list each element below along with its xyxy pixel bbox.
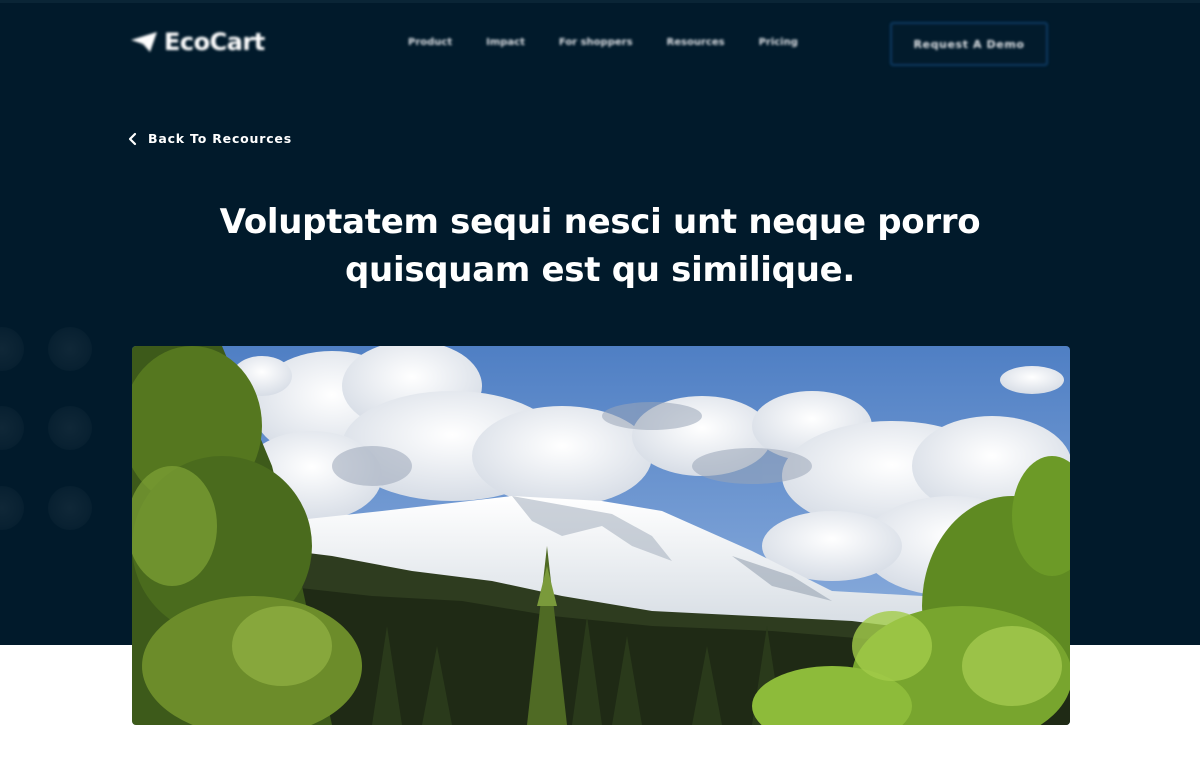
hero-image bbox=[132, 346, 1070, 725]
nav-item-resources[interactable]: Resources bbox=[667, 37, 725, 48]
main-nav: Product Impact For shoppers Resources Pr… bbox=[408, 37, 798, 48]
nav-item-product[interactable]: Product bbox=[408, 37, 452, 48]
decorative-dot bbox=[48, 327, 92, 371]
nav-item-pricing[interactable]: Pricing bbox=[759, 37, 798, 48]
logo-text: EcoCart bbox=[164, 28, 265, 56]
decorative-dot bbox=[48, 486, 92, 530]
article-title-line-1: Voluptatem sequi nesci unt neque porro bbox=[219, 202, 981, 242]
back-link-label: Back To Recources bbox=[148, 131, 292, 146]
logo[interactable]: EcoCart bbox=[130, 28, 265, 56]
request-demo-button[interactable]: Request A Demo bbox=[890, 22, 1048, 66]
site-header: EcoCart Product Impact For shoppers Reso… bbox=[0, 0, 1200, 90]
chevron-left-icon bbox=[128, 132, 137, 145]
mountain-landscape-image bbox=[132, 346, 1070, 725]
nav-item-for-shoppers[interactable]: For shoppers bbox=[559, 37, 633, 48]
decorative-dot bbox=[48, 406, 92, 450]
back-to-resources-link[interactable]: Back To Recources bbox=[128, 131, 292, 146]
article-title-line-2: quisquam est qu similique. bbox=[345, 250, 855, 290]
nav-item-impact[interactable]: Impact bbox=[486, 37, 525, 48]
paper-plane-icon bbox=[131, 32, 157, 52]
article-title: Voluptatem sequi nesci unt neque porro q… bbox=[150, 198, 1050, 294]
